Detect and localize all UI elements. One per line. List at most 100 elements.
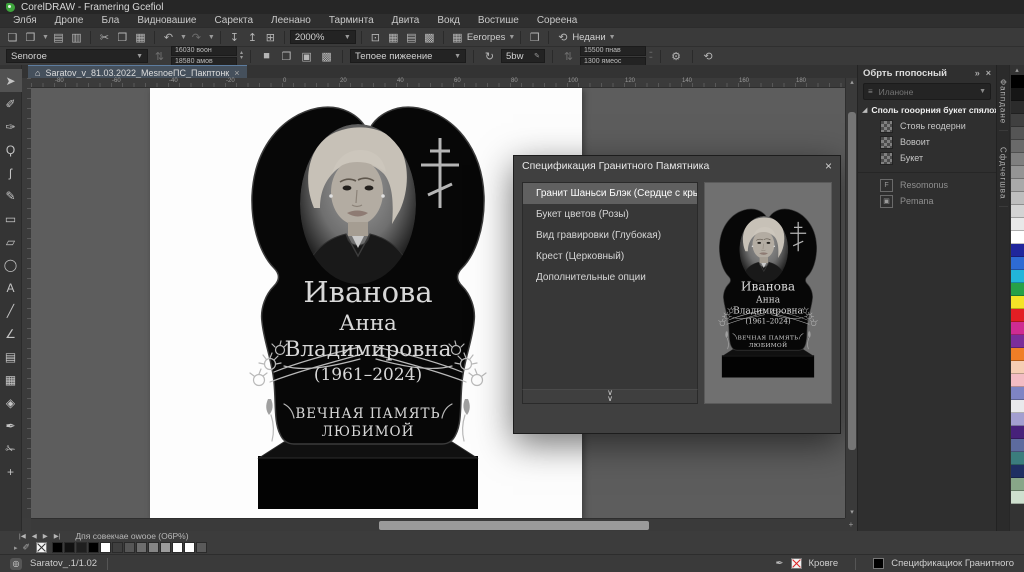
- document-swatch[interactable]: [172, 542, 183, 553]
- horizontal-ruler[interactable]: -80-60-40-20020406080100120140160180: [31, 78, 845, 88]
- docker-extra-item-1[interactable]: FResomonus: [858, 177, 996, 193]
- open-icon[interactable]: ❐: [22, 31, 39, 44]
- palette-swatch[interactable]: [1011, 413, 1024, 426]
- menu-item-5[interactable]: Саректа: [205, 14, 262, 27]
- scrollbar-corner-zoom-icon[interactable]: +: [845, 518, 857, 531]
- document-swatch[interactable]: [184, 542, 195, 553]
- monument-artwork[interactable]: [244, 104, 492, 511]
- document-swatch[interactable]: [148, 542, 159, 553]
- zoom-caret-icon[interactable]: ▼: [344, 34, 351, 41]
- zoom-tool-icon[interactable]: Ϙ: [0, 138, 22, 161]
- cut-icon[interactable]: ✂: [96, 31, 113, 44]
- height-minus-icon[interactable]: −: [649, 56, 653, 61]
- document-swatch[interactable]: [52, 542, 63, 553]
- rows-view-icon[interactable]: ▤: [403, 31, 420, 44]
- fullscreen-icon[interactable]: ⊡: [367, 31, 384, 44]
- menu-item-1[interactable]: Элбя: [4, 14, 46, 27]
- smudge-tool-icon[interactable]: ✑: [0, 115, 22, 138]
- dialog-close-icon[interactable]: ×: [825, 159, 832, 173]
- spec-option-3[interactable]: Вид гравировки (Глубокая): [523, 225, 697, 246]
- recent-icon[interactable]: ⟲: [554, 31, 571, 44]
- preset-caret-icon[interactable]: ▼: [136, 53, 143, 60]
- palette-swatch[interactable]: [1011, 179, 1024, 192]
- palette-swatch[interactable]: [1011, 374, 1024, 387]
- curve-tool-icon[interactable]: ʃ: [0, 161, 22, 184]
- layer-group-header[interactable]: ◢ Споль гооорния букет спяложеванный: [858, 102, 996, 118]
- window-layout-icon[interactable]: ❒: [526, 31, 543, 44]
- pen-tool-icon[interactable]: ✒: [0, 414, 22, 437]
- specification-dialog[interactable]: Спецификация Гранитного Памятника × Гран…: [513, 155, 841, 434]
- recent-caret-icon[interactable]: ▼: [609, 34, 616, 41]
- document-swatch[interactable]: [100, 542, 111, 553]
- page-nav-button-4[interactable]: ▶|: [51, 532, 64, 540]
- line-tool-icon[interactable]: ╱: [0, 299, 22, 322]
- fill-tool-icon[interactable]: ◈: [0, 391, 22, 414]
- preset-combo[interactable]: Senoroe ▼: [6, 49, 148, 63]
- docker-search-box[interactable]: ≡ ▼: [863, 83, 991, 100]
- palette-swatch[interactable]: [1011, 244, 1024, 257]
- docker-side-tab-2[interactable]: Сфдчегшва: [999, 141, 1008, 206]
- palette-swatch[interactable]: [1011, 205, 1024, 218]
- document-swatch[interactable]: [160, 542, 171, 553]
- document-swatch[interactable]: [136, 542, 147, 553]
- palette-swatch[interactable]: [1011, 491, 1024, 504]
- palette-swatch[interactable]: [1011, 348, 1024, 361]
- palette-swatch[interactable]: [1011, 257, 1024, 270]
- export-icon[interactable]: ↥: [244, 31, 261, 44]
- palette-swatch[interactable]: [1011, 452, 1024, 465]
- docker-search-input[interactable]: [877, 86, 975, 98]
- page-nav-button-3[interactable]: ▶: [40, 532, 51, 540]
- list-scroll-hint[interactable]: ∨ ∨: [522, 389, 698, 404]
- palette-swatch[interactable]: [1011, 400, 1024, 413]
- menu-item-3[interactable]: Бла: [93, 14, 129, 27]
- palette-swatch[interactable]: [1011, 478, 1024, 491]
- grid-options-icon[interactable]: ▦: [449, 31, 466, 44]
- document-swatch[interactable]: [112, 542, 123, 553]
- palette-swatch[interactable]: [1011, 88, 1024, 101]
- add-tool-icon[interactable]: +: [0, 460, 22, 483]
- specification-list[interactable]: Гранит Шаньси Блэк (Сердце с крылом)Буке…: [522, 182, 698, 404]
- export-preset-caret-icon[interactable]: ▼: [508, 34, 515, 41]
- align-a-icon[interactable]: ▣: [298, 50, 315, 63]
- drawing-mode-combo[interactable]: Тепоее пижеение ▼: [350, 49, 466, 63]
- palette-swatch[interactable]: [1011, 439, 1024, 452]
- artistic-media-tool-icon[interactable]: ✎: [0, 184, 22, 207]
- palette-swatch[interactable]: [1011, 166, 1024, 179]
- connector-tool-icon[interactable]: ∠: [0, 322, 22, 345]
- dense-grid-icon[interactable]: ▩: [421, 31, 438, 44]
- palette-swatch[interactable]: [1011, 309, 1024, 322]
- pick-tool-icon[interactable]: ➤: [0, 69, 22, 92]
- palette-swatch[interactable]: [1011, 465, 1024, 478]
- tab-close-icon[interactable]: ×: [234, 68, 239, 78]
- document-swatch[interactable]: [124, 542, 135, 553]
- docker-close-icon[interactable]: ×: [986, 68, 991, 78]
- palette-swatch[interactable]: [1011, 283, 1024, 296]
- fill-none-swatch[interactable]: [791, 558, 802, 569]
- menu-item-7[interactable]: Тарминта: [320, 14, 383, 27]
- eyedropper-icon[interactable]: ✐: [23, 542, 31, 553]
- print-icon[interactable]: ▥: [68, 31, 85, 44]
- ellipse-tool-icon[interactable]: ◯: [0, 253, 22, 276]
- vertical-scroll-thumb[interactable]: [848, 112, 856, 450]
- page-fill-icon[interactable]: ■: [258, 50, 275, 62]
- horizontal-scrollbar[interactable]: [31, 518, 845, 532]
- outline-color-swatch[interactable]: [873, 558, 884, 569]
- shape-tool-icon[interactable]: ✐: [0, 92, 22, 115]
- menu-item-10[interactable]: Востише: [469, 14, 528, 27]
- document-swatch[interactable]: [64, 542, 75, 553]
- palette-swatch[interactable]: [1011, 218, 1024, 231]
- palette-swatch[interactable]: [1011, 387, 1024, 400]
- align-b-icon[interactable]: ▩: [318, 50, 335, 63]
- spec-option-5[interactable]: Дополнительные опции: [523, 267, 697, 288]
- recent-label[interactable]: Недани: [572, 32, 605, 43]
- palette-swatch[interactable]: [1011, 231, 1024, 244]
- spec-option-4[interactable]: Крест (Церковный): [523, 246, 697, 267]
- new-document-icon[interactable]: ❏: [4, 31, 21, 44]
- menu-item-9[interactable]: Вокд: [428, 14, 468, 27]
- settings-gear-icon[interactable]: ⚙: [668, 50, 685, 63]
- spec-option-1[interactable]: Гранит Шаньси Блэк (Сердце с крылом): [523, 183, 697, 204]
- docker-layer-item-1[interactable]: Стояь геодерни: [858, 118, 996, 134]
- rotate-icon[interactable]: ↻: [481, 50, 498, 63]
- undo-icon[interactable]: ↶: [160, 31, 177, 44]
- palette-scroll-up-icon[interactable]: ▴: [1015, 66, 1019, 75]
